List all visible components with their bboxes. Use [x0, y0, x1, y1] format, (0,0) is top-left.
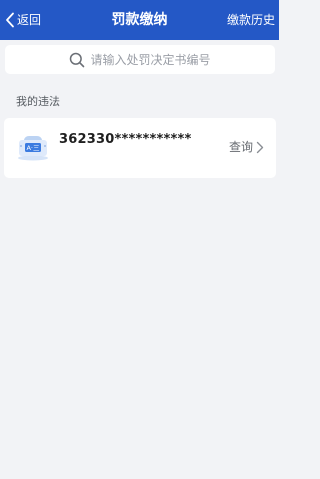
svg-text:A·三: A·三 — [26, 144, 40, 152]
payment-history-button[interactable]: 缴款历史 — [227, 10, 275, 30]
license-plate-icon: A·三 — [16, 134, 50, 162]
back-button[interactable]: 返回 — [5, 10, 41, 30]
search-icon — [69, 52, 90, 68]
violation-card[interactable]: A·三 362330*********** 查询 — [4, 118, 276, 178]
chevron-right-icon — [256, 141, 264, 154]
query-button[interactable]: 查询 — [229, 139, 264, 155]
search-placeholder: 请输入处罚决定书编号 — [90, 52, 211, 67]
section-heading: 我的违法 — [16, 95, 60, 108]
app-header: 返回 罚款缴纳 缴款历史 — [0, 0, 279, 40]
query-label: 查询 — [228, 140, 253, 154]
chevron-left-icon — [5, 12, 15, 28]
search-input[interactable]: 请输入处罚决定书编号 — [5, 45, 275, 74]
back-label: 返回 — [17, 13, 42, 27]
plate-number: 362330*********** — [59, 132, 192, 147]
